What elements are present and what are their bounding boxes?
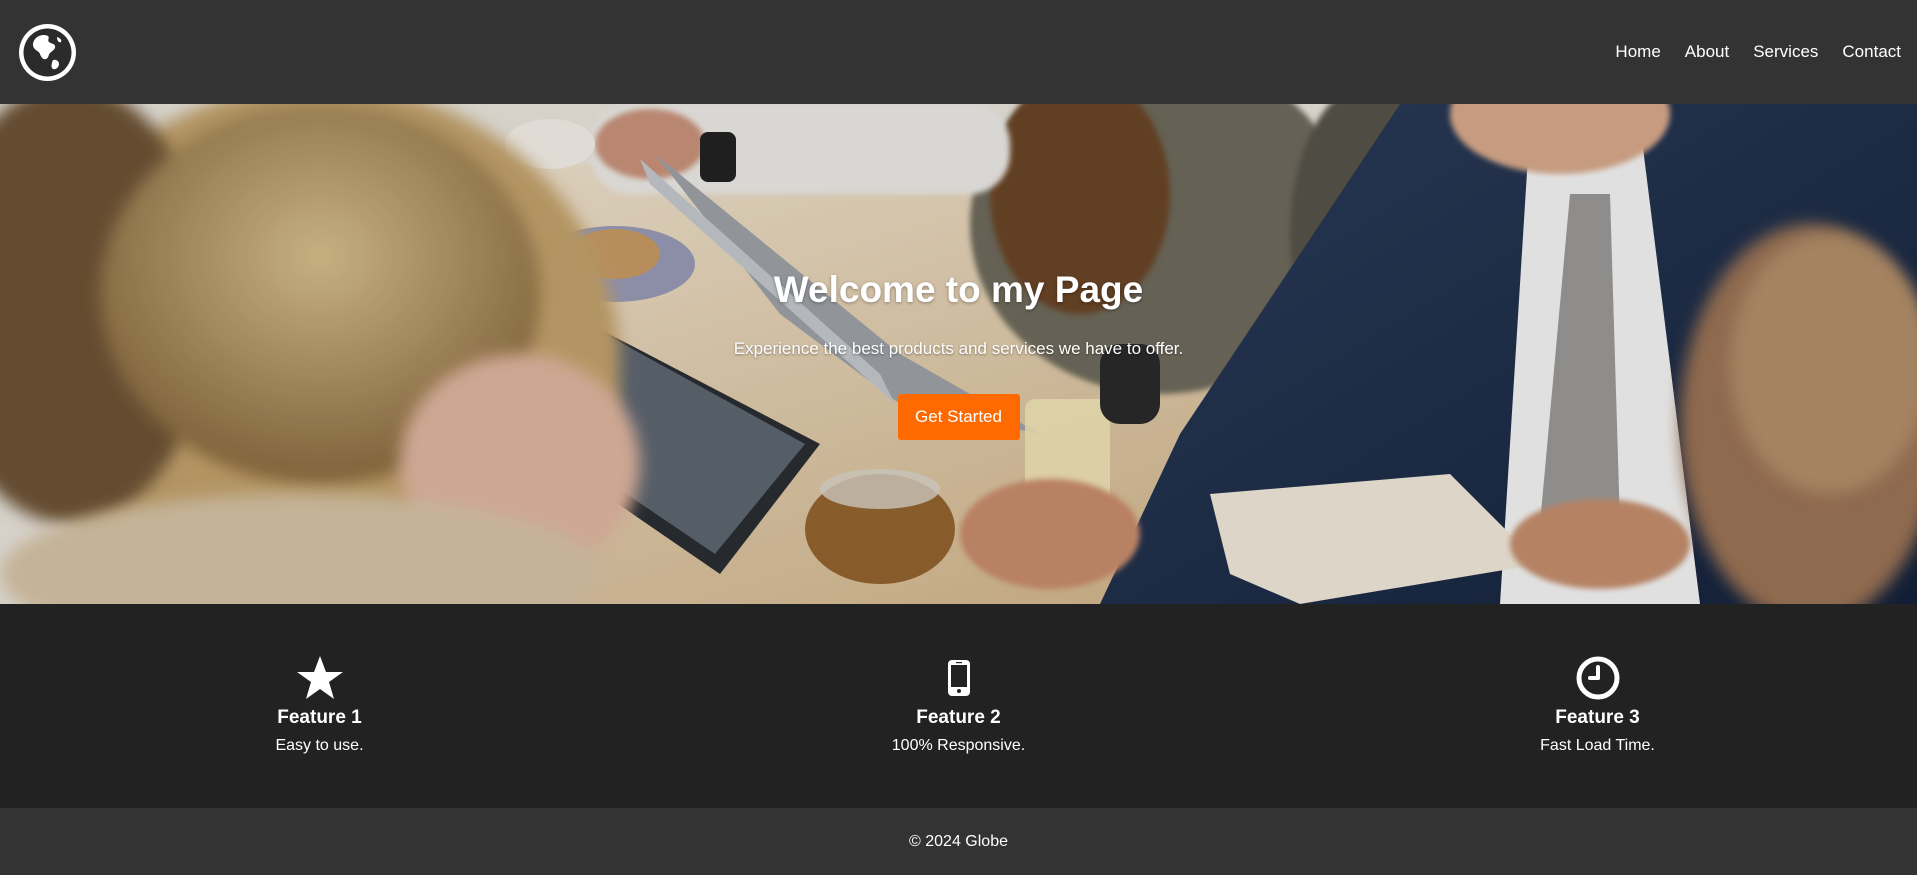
feature-title: Feature 2 <box>916 707 1001 728</box>
features-section: Feature 1 Easy to use. Feature 2 100% Re… <box>0 604 1917 808</box>
copyright-text: © 2024 Globe <box>909 832 1008 850</box>
main-nav: Home About Services Contact <box>1603 36 1901 68</box>
logo[interactable] <box>19 23 76 81</box>
nav-link-services[interactable]: Services <box>1741 36 1830 68</box>
hero-section: Welcome to my Page Experience the best p… <box>0 104 1917 604</box>
nav-link-contact[interactable]: Contact <box>1830 36 1901 68</box>
mobile-phone-icon <box>947 654 971 702</box>
clock-icon <box>1576 654 1620 702</box>
star-icon <box>296 654 344 702</box>
feature-description: 100% Responsive. <box>891 737 1026 754</box>
hero-subtitle: Experience the best products and service… <box>733 339 1184 358</box>
get-started-button[interactable]: Get Started <box>897 394 1020 440</box>
feature-title: Feature 3 <box>1555 707 1640 728</box>
navbar: Home About Services Contact <box>0 0 1917 104</box>
nav-link-home[interactable]: Home <box>1603 36 1672 68</box>
feature-card: Feature 2 100% Responsive. <box>639 604 1278 808</box>
feature-title: Feature 1 <box>277 707 362 728</box>
feature-card: Feature 3 Fast Load Time. <box>1278 604 1917 808</box>
footer: © 2024 Globe <box>0 808 1917 875</box>
feature-description: Fast Load Time. <box>1540 737 1655 754</box>
hero-content: Welcome to my Page Experience the best p… <box>0 104 1917 604</box>
globe-icon <box>19 24 76 81</box>
hero-title: Welcome to my Page <box>773 269 1144 310</box>
feature-description: Easy to use. <box>275 737 364 754</box>
nav-link-about[interactable]: About <box>1673 36 1741 68</box>
feature-card: Feature 1 Easy to use. <box>0 604 639 808</box>
